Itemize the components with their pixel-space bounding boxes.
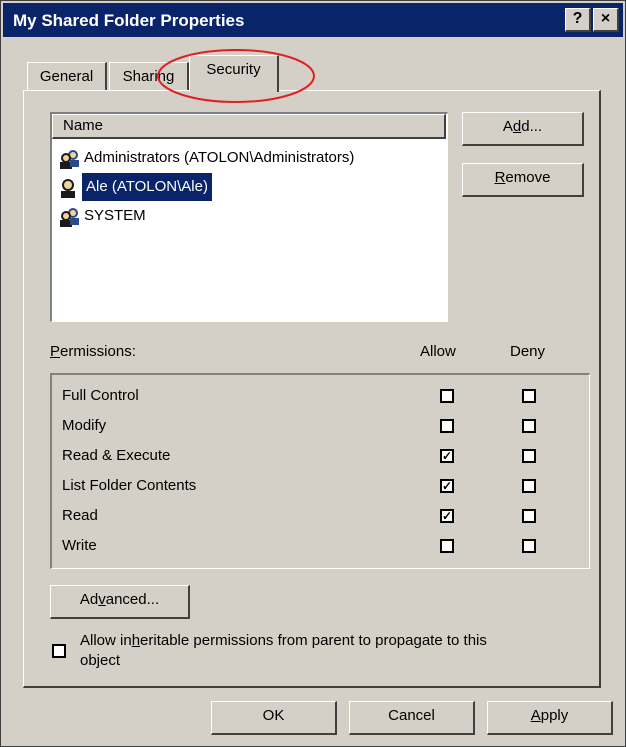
deny-checkbox[interactable] xyxy=(522,509,536,523)
list-item-label: Ale (ATOLON\Ale) xyxy=(82,173,212,201)
allow-checkbox[interactable] xyxy=(440,539,454,553)
allow-checkbox[interactable]: ✓ xyxy=(440,479,454,493)
permission-name: Read xyxy=(62,507,98,524)
deny-checkbox[interactable] xyxy=(522,389,536,403)
deny-checkbox[interactable] xyxy=(522,449,536,463)
window-title: My Shared Folder Properties xyxy=(13,11,245,30)
apply-button[interactable]: Apply xyxy=(487,701,613,735)
deny-header: Deny xyxy=(510,343,546,360)
deny-checkbox[interactable] xyxy=(522,539,536,553)
permission-name: Full Control xyxy=(62,387,139,404)
permission-name: Write xyxy=(62,537,97,554)
permission-name: Modify xyxy=(62,417,107,434)
group-icon xyxy=(60,150,79,169)
title-bar[interactable]: My Shared Folder Properties ? × xyxy=(3,3,623,37)
advanced-button[interactable]: Advanced... xyxy=(50,585,190,619)
allow-header: Allow xyxy=(420,343,456,360)
highlight-annotation xyxy=(157,49,315,103)
user-icon xyxy=(61,179,75,198)
column-header-name[interactable]: Name xyxy=(52,114,446,139)
permission-name: List Folder Contents xyxy=(62,477,197,494)
security-panel: Name Administrators (ATOLON\Administrato… xyxy=(23,90,601,688)
group-icon xyxy=(60,208,79,227)
ok-button[interactable]: OK xyxy=(211,701,337,735)
tab-general[interactable]: General xyxy=(27,62,107,90)
allow-checkbox[interactable]: ✓ xyxy=(440,509,454,523)
allow-checkbox[interactable] xyxy=(440,419,454,433)
inherit-label[interactable]: Allow inheritable permissions from paren… xyxy=(80,631,580,671)
inherit-checkbox[interactable] xyxy=(52,644,66,658)
permissions-label: Permissions: xyxy=(50,343,136,360)
cancel-button[interactable]: Cancel xyxy=(349,701,475,735)
list-item-label: SYSTEM xyxy=(84,207,146,224)
list-item[interactable]: Ale (ATOLON\Ale) xyxy=(58,173,246,201)
add-button[interactable]: Add... xyxy=(462,112,584,146)
allow-checkbox[interactable] xyxy=(440,389,454,403)
close-button[interactable]: × xyxy=(593,8,619,32)
help-button[interactable]: ? xyxy=(565,8,591,32)
deny-checkbox[interactable] xyxy=(522,419,536,433)
remove-button[interactable]: Remove xyxy=(462,163,584,197)
principals-list[interactable]: Name Administrators (ATOLON\Administrato… xyxy=(50,112,448,322)
properties-window: My Shared Folder Properties ? × General … xyxy=(0,0,626,747)
permission-name: Read & Execute xyxy=(62,447,171,464)
permissions-list: Full Control Modify Read & Execute ✓ Lis… xyxy=(50,373,590,569)
list-item-label: Administrators (ATOLON\Administrators) xyxy=(84,149,355,166)
list-item[interactable]: SYSTEM xyxy=(58,202,246,230)
allow-checkbox[interactable]: ✓ xyxy=(440,449,454,463)
list-item[interactable]: Administrators (ATOLON\Administrators) xyxy=(58,144,438,172)
deny-checkbox[interactable] xyxy=(522,479,536,493)
